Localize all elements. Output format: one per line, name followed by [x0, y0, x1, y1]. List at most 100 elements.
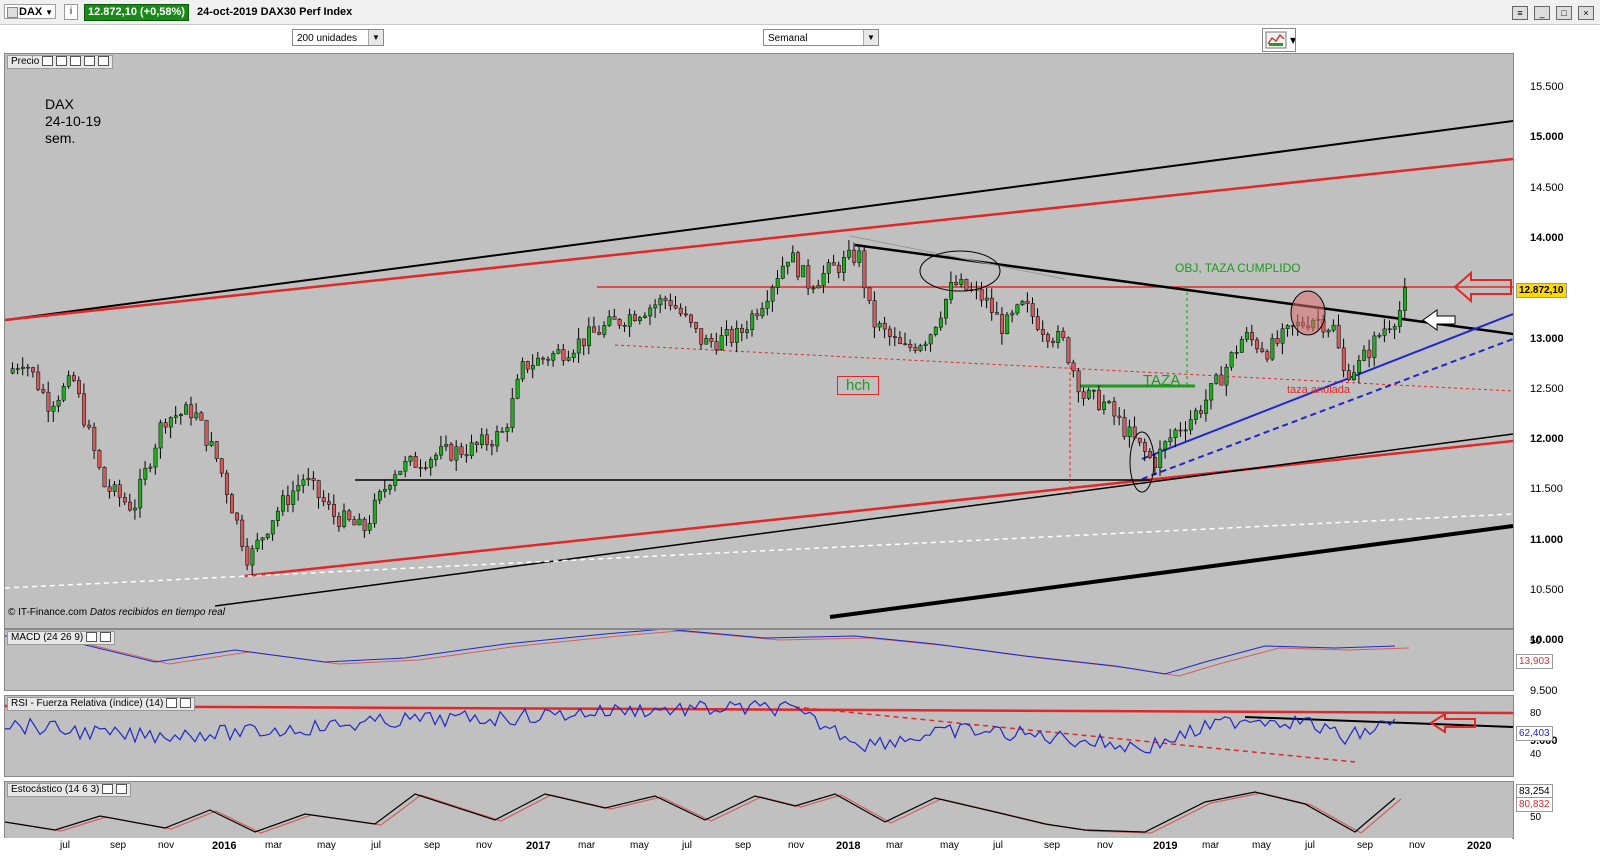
add-icon[interactable]: [70, 56, 82, 67]
candle-body: [877, 322, 882, 328]
candle-body: [61, 385, 66, 401]
indicator-tool-button[interactable]: ▼: [1262, 28, 1297, 52]
minimize-icon[interactable]: _: [1534, 6, 1550, 20]
rsi-chart[interactable]: [5, 696, 1513, 776]
candle-body: [852, 249, 857, 263]
candle-body: [954, 281, 959, 285]
time-axis-label: sep: [1044, 840, 1061, 851]
candle-body: [806, 265, 811, 289]
candle-body: [515, 378, 520, 399]
candle-body: [1382, 328, 1387, 336]
candle-body: [770, 287, 775, 302]
candle-body: [1362, 349, 1367, 361]
price-axis-tick: 11.500: [1530, 483, 1563, 496]
trend-line-white-dashed: [5, 513, 1513, 589]
candle-body: [1285, 325, 1290, 329]
candle-body: [1046, 334, 1050, 342]
time-axis-label: mar: [1202, 840, 1220, 851]
candle-body: [867, 287, 872, 301]
candle-body: [1112, 401, 1117, 417]
candle-body: [923, 343, 928, 346]
candle-body: [383, 489, 387, 492]
candle-body: [490, 444, 495, 447]
candle-body: [82, 393, 87, 426]
candle-body: [933, 326, 938, 335]
close-icon[interactable]: [180, 698, 192, 709]
candle-body: [1000, 313, 1005, 334]
price-badge: 12.872,10 (+0,58%): [84, 4, 189, 21]
chevron-down-icon: ▼: [863, 30, 878, 45]
maximize-icon[interactable]: □: [1556, 6, 1572, 20]
candle-body: [694, 322, 699, 329]
candle-body: [581, 338, 586, 347]
candle-body: [1173, 429, 1178, 439]
current-price-tag: 12.872,10: [1516, 283, 1567, 298]
candle-body: [1122, 417, 1127, 438]
candle-body: [1188, 419, 1193, 431]
candle-body: [357, 518, 362, 526]
candle-body: [219, 458, 224, 474]
candle-body: [428, 459, 433, 468]
candle-body: [1097, 389, 1101, 410]
candle-body: [148, 466, 153, 469]
macd-chart[interactable]: [5, 630, 1513, 690]
time-axis-label: sep: [424, 840, 441, 851]
candle-body: [913, 347, 918, 351]
candle-body: [459, 446, 464, 455]
period-select-value: Semanal: [768, 33, 808, 44]
stoch-chart[interactable]: [5, 782, 1513, 838]
candle-body: [1183, 429, 1188, 432]
stoch-tick: 50: [1530, 812, 1542, 823]
menu-icon[interactable]: ≡: [1512, 6, 1528, 20]
maximize-pane-icon[interactable]: [102, 784, 114, 795]
candle-body: [587, 326, 591, 347]
candle-body: [454, 446, 459, 461]
time-axis-label: may: [1252, 840, 1271, 851]
price-chart[interactable]: [5, 54, 1513, 628]
symbol-selector[interactable]: DAX ▼: [4, 4, 56, 19]
candle-body: [893, 336, 897, 338]
rsi-pane-label: RSI - Fuerza Relativa (índice) (14): [11, 698, 164, 709]
candle-body: [811, 287, 816, 290]
rsi-trend-line-dashed: [794, 706, 1356, 763]
candle-body: [1336, 324, 1341, 349]
copy-icon[interactable]: [84, 56, 96, 67]
candle-body: [352, 519, 357, 526]
candle-body: [724, 328, 729, 336]
top-toolbar: DAX ▼ i 12.872,10 (+0,58%) 24-oct-2019 DA…: [0, 0, 1600, 25]
candle-body: [959, 278, 964, 285]
close-icon[interactable]: ×: [1578, 6, 1594, 20]
wrench-icon[interactable]: [86, 632, 98, 643]
candle-body: [20, 366, 25, 369]
price-axis-tick: 15.500: [1530, 81, 1564, 93]
paste-icon[interactable]: [98, 56, 110, 67]
candle-body: [199, 412, 204, 421]
candle-body: [1275, 338, 1280, 344]
candle-body: [1071, 362, 1076, 372]
close-icon[interactable]: [116, 784, 128, 795]
taza-anulada-label: taza anulada: [1287, 384, 1350, 396]
rsi-pane: RSI - Fuerza Relativa (índice) (14): [4, 695, 1514, 777]
candle-body: [1107, 401, 1112, 403]
candle-body: [1260, 348, 1265, 352]
annotation-line: DAX: [45, 96, 74, 112]
candle-body: [173, 415, 178, 418]
candle-body: [1341, 347, 1346, 371]
maximize-pane-icon[interactable]: [166, 698, 178, 709]
maximize-pane-icon[interactable]: [56, 56, 68, 67]
units-select[interactable]: 200 unidades ▼: [292, 29, 384, 46]
candle-body: [1397, 310, 1402, 327]
candle-body: [434, 454, 438, 460]
candle-body: [1168, 437, 1173, 443]
wrench-icon[interactable]: [42, 56, 54, 67]
close-icon[interactable]: [100, 632, 112, 643]
candle-body: [224, 472, 229, 495]
macd-value-tag: 13,903: [1516, 654, 1553, 669]
chart-title: 24-oct-2019 DAX30 Perf Index: [197, 6, 353, 18]
macd-line: [5, 630, 1396, 675]
info-button[interactable]: i: [64, 4, 78, 20]
period-select[interactable]: Semanal ▼: [763, 29, 879, 46]
time-axis-label: sep: [110, 840, 127, 851]
candle-body: [1081, 391, 1086, 399]
downtrend-line: [854, 243, 1513, 336]
